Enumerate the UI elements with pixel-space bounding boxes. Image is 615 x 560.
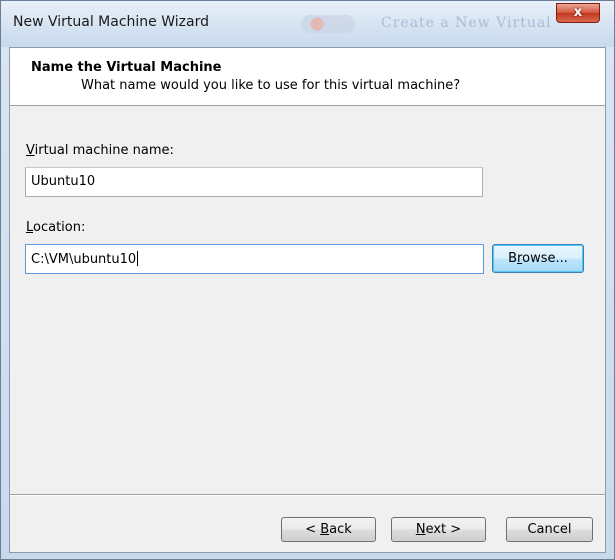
background-app-icon [301, 15, 355, 33]
cancel-button[interactable]: Cancel [506, 517, 593, 542]
title-bar[interactable]: New Virtual Machine Wizard Create a New … [1, 1, 614, 47]
close-button[interactable]: x [556, 3, 600, 23]
vm-name-value: Ubuntu10 [31, 174, 96, 189]
location-label: Location: [26, 220, 86, 235]
back-button[interactable]: < Back [281, 517, 376, 542]
wizard-window: New Virtual Machine Wizard Create a New … [0, 0, 615, 560]
vm-name-input[interactable]: Ubuntu10 [25, 167, 483, 197]
footer-separator [10, 494, 605, 496]
page-subtitle: What name would you like to use for this… [81, 78, 461, 93]
location-value: C:\VM\ubuntu10 [31, 252, 137, 267]
wizard-header: Name the Virtual Machine What name would… [10, 48, 605, 106]
vm-name-label: Virtual machine name: [26, 143, 174, 158]
wizard-client-area: Name the Virtual Machine What name would… [9, 47, 606, 553]
background-window-title: Create a New Virtual [381, 15, 552, 31]
next-button[interactable]: Next > [391, 517, 486, 542]
page-title: Name the Virtual Machine [31, 60, 222, 75]
location-input[interactable]: C:\VM\ubuntu10 [25, 244, 484, 274]
close-icon: x [573, 5, 583, 20]
browse-button[interactable]: Browse... [492, 244, 584, 273]
window-title: New Virtual Machine Wizard [13, 14, 209, 30]
text-caret [137, 251, 139, 266]
